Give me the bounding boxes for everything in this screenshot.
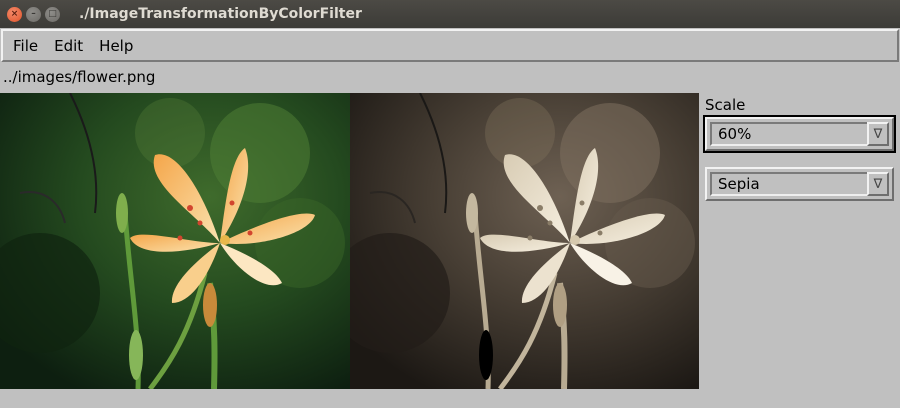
scale-dropdown[interactable]: 60% ∇ xyxy=(703,115,896,153)
close-icon[interactable]: × xyxy=(7,6,22,22)
minimize-icon[interactable]: – xyxy=(26,6,41,22)
filter-dropdown[interactable]: Sepia ∇ xyxy=(705,167,894,201)
menu-edit[interactable]: Edit xyxy=(54,37,83,55)
window-controls: × – □ xyxy=(7,6,60,22)
filter-dropdown-value[interactable]: Sepia xyxy=(710,172,869,196)
scale-label: Scale xyxy=(705,96,746,114)
filtered-image xyxy=(350,93,699,389)
window-title: ./ImageTransformationByColorFilter xyxy=(79,6,362,22)
file-path-label: ../images/flower.png xyxy=(3,68,156,86)
scale-dropdown-arrow-icon[interactable]: ∇ xyxy=(867,122,889,146)
menu-help[interactable]: Help xyxy=(99,37,133,55)
menu-file[interactable]: File xyxy=(13,37,38,55)
filter-dropdown-arrow-icon[interactable]: ∇ xyxy=(867,172,889,196)
maximize-icon[interactable]: □ xyxy=(45,6,60,22)
title-bar: × – □ ./ImageTransformationByColorFilter xyxy=(0,0,900,28)
original-image xyxy=(0,93,350,389)
scale-dropdown-value[interactable]: 60% xyxy=(710,122,869,146)
menu-bar: File Edit Help xyxy=(1,29,899,62)
